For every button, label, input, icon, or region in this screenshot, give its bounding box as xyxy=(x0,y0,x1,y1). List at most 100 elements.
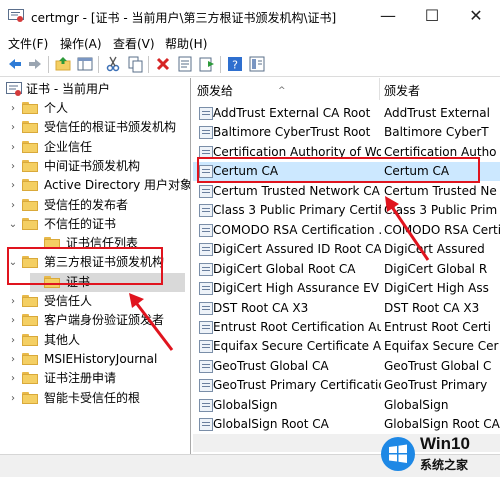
minimize-button[interactable]: — xyxy=(368,4,408,28)
table-row[interactable]: GeoTrust Primary Certificatio... GeoTrust… xyxy=(193,376,500,395)
up-folder-icon[interactable] xyxy=(54,55,72,73)
chevron-right-icon[interactable]: › xyxy=(8,99,18,118)
chevron-right-icon[interactable]: › xyxy=(8,389,18,408)
tree-item[interactable]: › 客户端身份验证颁发者 xyxy=(8,311,185,330)
cell-issued-by: AddTrust External xyxy=(384,106,490,120)
cell-issued-by: Equifax Secure Cer xyxy=(384,339,499,354)
certificate-icon xyxy=(199,262,213,276)
cell-issued-by: GlobalSign xyxy=(384,397,449,412)
tree-item-label: 其他人 xyxy=(44,332,81,347)
table-row[interactable]: GeoTrust Global CA GeoTrust Global C xyxy=(193,357,500,376)
cell-issued-by: DigiCert High Ass xyxy=(384,281,489,296)
win10-logo-icon xyxy=(381,437,415,471)
certificate-icon xyxy=(199,379,213,393)
tree-item[interactable]: › 其他人 xyxy=(8,331,185,350)
cell-issued-to: COMODO RSA Certification ... xyxy=(213,222,381,237)
chevron-right-icon[interactable]: › xyxy=(8,118,18,137)
watermark-site: 系统之家 xyxy=(420,458,469,472)
chevron-right-icon[interactable]: › xyxy=(8,350,18,369)
table-row[interactable]: AddTrust External CA Root AddTrust Extern… xyxy=(193,104,500,123)
certificate-list[interactable]: 颁发给 ^ 颁发者 AddTrust External CA Root AddTr… xyxy=(193,78,500,454)
table-row[interactable]: DigiCert Global Root CA DigiCert Global R xyxy=(193,260,500,279)
folder-icon xyxy=(22,198,38,211)
menu-help[interactable]: 帮助(H) xyxy=(165,35,207,52)
chevron-right-icon[interactable]: › xyxy=(8,196,18,215)
table-row[interactable]: GlobalSign GlobalSign xyxy=(193,396,500,415)
cell-issued-to: AddTrust External CA Root xyxy=(213,106,371,120)
cell-issued-by: DigiCert Global R xyxy=(384,261,488,276)
chevron-right-icon[interactable]: › xyxy=(8,311,18,330)
menu-bar: 文件(F) 操作(A) 查看(V) 帮助(H) xyxy=(0,33,500,53)
copy-icon[interactable] xyxy=(126,55,144,73)
chevron-right-icon[interactable]: › xyxy=(8,292,18,311)
certificate-icon xyxy=(199,418,213,432)
cell-issued-to: Certum Trusted Network CA xyxy=(213,183,380,198)
close-button[interactable]: ✕ xyxy=(456,4,496,28)
menu-file[interactable]: 文件(F) xyxy=(8,35,48,52)
table-row[interactable]: Equifax Secure Certificate Au...Equifax … xyxy=(193,337,500,356)
column-header-issued-to[interactable]: 颁发给 ^ xyxy=(193,78,380,100)
table-row[interactable]: DigiCert Assured ID Root CA DigiCert Assu… xyxy=(193,240,500,259)
chevron-right-icon[interactable]: › xyxy=(8,138,18,157)
back-arrow-icon[interactable] xyxy=(6,55,24,73)
folder-icon xyxy=(22,102,38,114)
show-hide-tree-icon[interactable] xyxy=(76,55,94,73)
table-row[interactable]: Class 3 Public Primary Certifi... Class 3… xyxy=(193,201,500,220)
tree-item[interactable]: › 智能卡受信任的根 xyxy=(8,389,185,408)
toolbar: ? xyxy=(0,53,500,77)
maximize-button[interactable]: ☐ xyxy=(412,4,452,28)
folder-icon xyxy=(22,217,38,230)
title-bar: certmgr - [证书 - 当前用户\第三方根证书颁发机构\证书] — ☐ … xyxy=(0,0,500,34)
tree-root-label: 证书 - 当前用户 xyxy=(26,82,110,96)
table-row[interactable]: COMODO RSA Certification ... COMODO RSA C… xyxy=(193,221,500,240)
cut-icon[interactable] xyxy=(104,55,122,73)
cell-issued-to: DigiCert High Assurance EV ... xyxy=(213,281,381,296)
tree-item-label: 客户端身份验证颁发者 xyxy=(44,313,165,328)
tree-item[interactable]: › Active Directory 用户对象 xyxy=(8,176,190,195)
certificate-icon xyxy=(199,282,213,296)
forward-arrow-icon[interactable] xyxy=(26,55,44,73)
refresh-icon[interactable] xyxy=(198,55,216,73)
folder-icon xyxy=(22,372,38,385)
column-header-issued-by[interactable]: 颁发者 xyxy=(380,78,500,100)
tree-item[interactable]: › 受信任的发布者 xyxy=(8,196,185,215)
mmc-icon[interactable] xyxy=(248,55,266,73)
folder-icon xyxy=(22,179,38,192)
table-row[interactable]: DigiCert High Assurance EV ... DigiCert H… xyxy=(193,279,500,298)
cell-issued-by: DST Root CA X3 xyxy=(384,300,480,315)
tree-item[interactable]: › MSIEHistoryJournal xyxy=(8,350,185,369)
certmgr-app-icon xyxy=(8,9,24,22)
column-header-issued-by-label: 颁发者 xyxy=(384,84,421,98)
chevron-right-icon[interactable]: › xyxy=(8,176,18,195)
tree-item-label: 智能卡受信任的根 xyxy=(44,390,141,405)
tree-item[interactable]: › 企业信任 xyxy=(8,138,185,157)
certificate-icon xyxy=(199,301,213,315)
menu-action[interactable]: 操作(A) xyxy=(60,35,102,52)
certificate-icon xyxy=(199,243,213,257)
delete-icon[interactable] xyxy=(154,55,172,73)
certificate-icon xyxy=(199,126,213,140)
table-row[interactable]: Baltimore CyberTrust Root Baltimore Cyber… xyxy=(193,123,500,142)
chevron-right-icon[interactable]: › xyxy=(8,331,18,350)
help-icon[interactable]: ? xyxy=(226,55,244,73)
properties-icon[interactable] xyxy=(176,55,194,73)
tree-item-label: 不信任的证书 xyxy=(44,216,117,231)
folder-icon xyxy=(22,159,38,172)
table-row[interactable]: DST Root CA X3 DST Root CA X3 xyxy=(193,299,500,318)
menu-view[interactable]: 查看(V) xyxy=(113,35,155,52)
tree-item[interactable]: › 受信任的根证书颁发机构 xyxy=(8,118,185,137)
tree-item[interactable]: › 证书注册申请 xyxy=(8,369,185,388)
tree-item[interactable]: › 个人 xyxy=(8,99,185,118)
tree-item[interactable]: ⌄ 不信任的证书 xyxy=(8,215,185,234)
tree-item[interactable]: › 中间证书颁发机构 xyxy=(8,157,185,176)
tree-item[interactable]: › 受信任人 xyxy=(8,292,185,311)
chevron-right-icon[interactable]: › xyxy=(8,369,18,388)
table-row[interactable]: Certum Trusted Network CA Certum Trusted … xyxy=(193,182,500,201)
table-row[interactable]: Entrust Root Certification Au... Entrust … xyxy=(193,318,500,337)
certificate-icon xyxy=(199,204,213,218)
cell-issued-to: Equifax Secure Certificate Au... xyxy=(213,339,381,354)
folder-icon xyxy=(22,391,38,404)
chevron-right-icon[interactable]: › xyxy=(8,157,18,176)
chevron-down-icon[interactable]: ⌄ xyxy=(8,215,18,234)
cell-issued-by: Baltimore CyberT xyxy=(384,125,489,140)
